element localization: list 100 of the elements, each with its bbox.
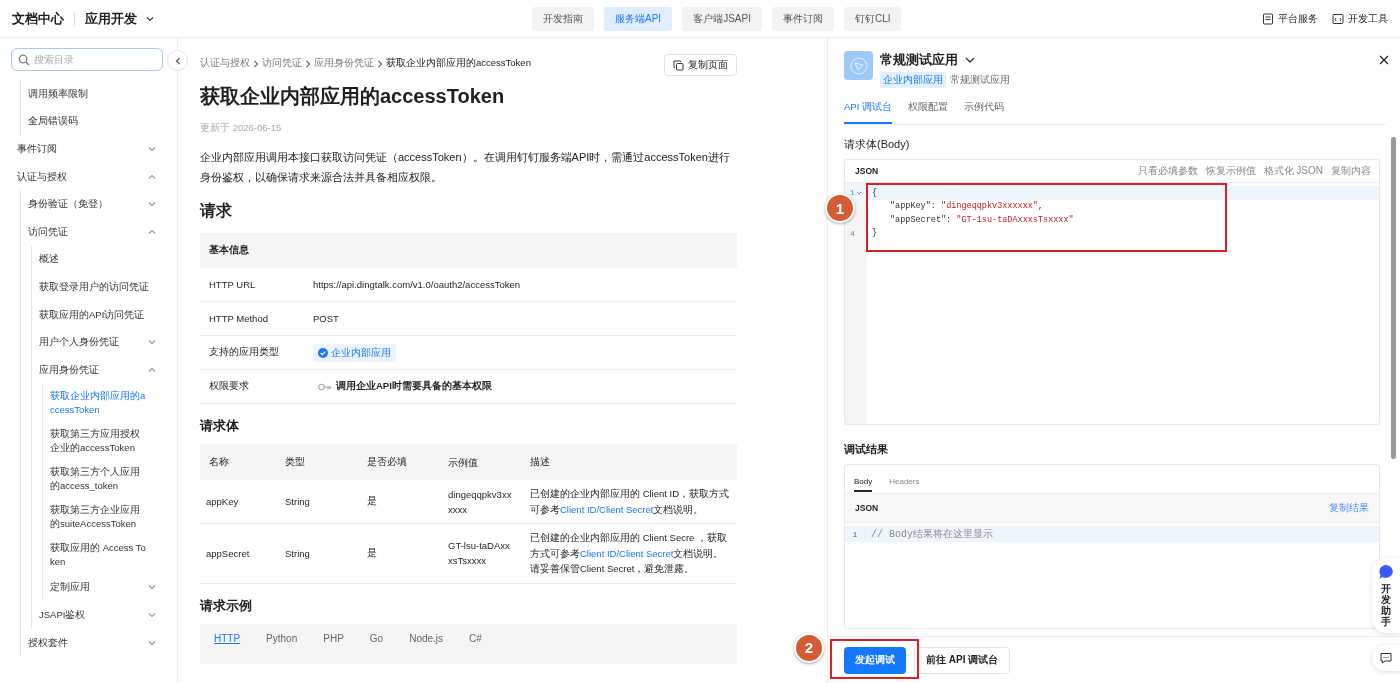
nav-item[interactable]: 调用频率限制 [28,80,157,108]
nav-item[interactable]: 授权套件 [28,628,157,657]
format-label: JSON [855,503,879,513]
column-header: 描述 [529,455,551,469]
app-subtitle: 常规测试应用 [950,73,1010,87]
panel-tab[interactable]: API 调试台 [844,99,892,124]
table-cell-text: appKey [205,496,240,507]
doc-link[interactable]: Client ID/Client Secret [580,547,674,559]
copy-page-button[interactable]: 复制页面 [664,54,737,76]
table-cell-text: String [284,547,311,559]
section-heading: 请求体(Body) [844,137,911,152]
chat-bubble-icon [1378,564,1394,580]
nav-item[interactable]: 获取第三方企业应用的suiteAccessToken [50,497,157,536]
search-field[interactable]: 搜索目录 [11,48,163,71]
language-tab[interactable]: Python [266,630,298,647]
key-icon [318,382,332,391]
language-tab[interactable]: Node.js [409,630,444,647]
message-icon [1380,652,1392,664]
copy-icon [673,59,684,71]
table-cell: POST [313,313,339,324]
tool-link[interactable]: 开发工具 [1332,11,1388,26]
collapse-sidebar-button[interactable] [167,50,188,71]
editor-action[interactable]: 恢复示例值 [1205,164,1256,178]
section-heading: 请求示例 [200,596,253,615]
nav-item[interactable]: 定制应用 [50,573,157,602]
nav-item[interactable]: 访问凭证 [28,217,157,246]
assistant-button[interactable]: 开发助手 [1372,558,1400,633]
column-header: 类型 [284,455,306,469]
code-text: } [871,228,878,239]
nav-item[interactable]: 获取企业内部应用的accessToken [50,383,157,422]
table-cell-text: HTTP URL [208,279,257,290]
language-tab[interactable]: HTTP [214,630,241,647]
app-icon [844,51,873,80]
table-cell-text: String [284,496,311,507]
nav-tab[interactable]: 服务端API [604,6,673,31]
nav-item[interactable]: 获取第三方应用授权企业的accessToken [50,421,157,460]
format-label: JSON [855,166,879,176]
column-header: 名称 [208,455,230,469]
doc-link[interactable]: Client ID/Client Secret [560,503,654,515]
step-badge: 2 [794,632,824,663]
panel-tab[interactable]: 权限配置 [907,99,948,124]
close-button[interactable] [1378,53,1390,65]
nav-tab[interactable]: 开发指南 [532,6,594,31]
scrollbar[interactable] [1391,137,1396,459]
table-cell-text: HTTP Method [208,313,269,324]
nav-item[interactable]: 用户个人身份凭证 [39,328,157,356]
message-button[interactable] [1372,645,1400,671]
nav-item[interactable]: 认证与授权 [17,162,157,191]
table-cell-text: appSecret [205,547,251,559]
code-text: "appSecret": "GT-1su-taDAxxxsTsxxxx" [889,214,1074,225]
language-tab[interactable]: Go [369,630,384,647]
code-text: { [871,187,878,198]
editor-action[interactable]: 格式化 JSON [1263,164,1323,178]
page-title: 获取企业内部应用的accessToken [200,84,506,109]
tool-link[interactable]: 平台服务 [1262,11,1318,26]
panel-tab[interactable]: 示例代码 [963,99,1004,124]
nav-item[interactable]: 获取第三方个人应用的access_token [50,459,157,498]
fold-caret-icon[interactable] [855,189,862,196]
nav-item[interactable]: 事件订阅 [17,135,157,163]
product-dropdown[interactable]: 应用开发 [85,9,155,28]
section-heading: 请求体 [200,417,240,435]
description-paragraph: 企业内部应用调用本接口获取访问凭证（accessToken）。在调用钉钉服务端API时，需通过accessToken进行身份鉴权，以确保请求来源合法并具备相应权限。 [200,150,731,185]
breadcrumb-link[interactable]: 访问凭证 [262,57,302,70]
app-selector[interactable]: 常规测试应用 [880,51,976,69]
language-tab[interactable]: C# [469,630,482,647]
nav-tab[interactable]: 钉钉CLI [843,6,902,31]
section-heading: 请求 [200,201,233,221]
nav-item[interactable]: JSAPI鉴权 [39,601,157,629]
action-button[interactable]: 前往 API 调试台 [914,646,1011,674]
app-type-tag: 企业内部应用 [880,72,946,88]
code-editor[interactable]: JSON 只看必填参数 恢复示例值 格式化 JSON 复制内容 1 { "appKey": "dingeqqpkv3xxxxxx", "appSecret": "GT-1su-taDAxxxsTsxxxx" 4 } [844,159,1380,425]
nav-item[interactable]: 概述 [39,245,157,274]
editor-action[interactable]: 复制内容 [1331,164,1371,178]
nav-item[interactable]: 应用身份凭证 [39,355,157,384]
editor-action[interactable]: 只看必填参数 [1137,164,1198,178]
chevron-down-icon [147,144,157,154]
result-tab[interactable]: Headers [889,473,920,492]
nav-item[interactable]: 全局错误码 [28,107,157,136]
note-text: 请妥善保管Client Secret，避免泄露。 [530,562,696,576]
permission-text: 调用企业API时需要具备的基本权限 [336,380,492,393]
nav-item[interactable]: 身份验证（免登） [28,190,157,218]
nav-item[interactable]: 获取应用的 Access Token [50,535,157,574]
nav-tab[interactable]: 客户端JSAPI [682,6,762,31]
code-comment: // Body结果将在这里显示 [870,527,993,541]
action-button[interactable]: 发起调试 [844,646,906,674]
description-text: 已创建的企业内部应用的 Client Secre ，获取方式可参考Client ID/Client Secret文档说明。 [530,531,729,561]
breadcrumb-link[interactable]: 认证与授权 [200,57,250,70]
nav-item[interactable]: 获取应用的API访问凭证 [39,300,157,329]
code-window-icon [1332,12,1344,25]
app-type-tag: 企业内部应用 [313,343,396,362]
chevron-right-icon [304,58,312,69]
table-header: 基本信息 [200,233,737,268]
breadcrumb-link[interactable]: 应用身份凭证 [314,57,374,70]
document-icon [1262,12,1274,25]
nav-tab[interactable]: 事件订阅 [771,6,834,31]
chevron-right-icon [376,58,384,69]
language-tab[interactable]: PHP [323,630,344,647]
line-number: 4 [850,228,855,238]
site-title[interactable]: 文档中心 [12,9,64,28]
nav-item[interactable]: 获取登录用户的访问凭证 [39,273,157,301]
